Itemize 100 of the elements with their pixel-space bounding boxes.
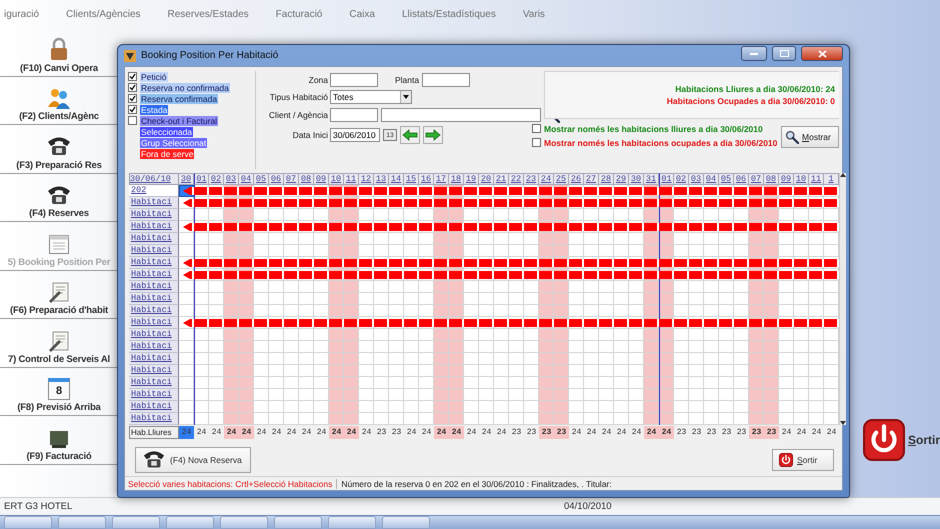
sidebar-item[interactable]: (F2) Clients/Agènc <box>19 111 99 122</box>
free-count-cell-text: 23 <box>676 427 688 439</box>
free-count-cell-text: 24 <box>360 427 372 439</box>
taskbar-button[interactable] <box>58 516 106 529</box>
room-link[interactable]: Habitaci <box>129 257 179 269</box>
free-count-cell: 24 <box>449 426 464 439</box>
minimize-button[interactable] <box>741 46 767 61</box>
room-link[interactable]: Habitaci <box>129 281 179 293</box>
room-link[interactable]: Habitaci <box>129 209 179 221</box>
show-button[interactable]: Mostrar <box>781 126 839 148</box>
free-count-cell-text: 24 <box>496 427 508 439</box>
sidebar-item[interactable]: (F3) Preparació Res <box>16 160 102 170</box>
sidebar-item[interactable]: (F8) Previsió Arriba <box>17 402 101 413</box>
checkbox[interactable] <box>128 83 137 92</box>
dropdown[interactable]: Totes <box>330 90 412 104</box>
room-link[interactable]: Habitaci <box>129 245 179 257</box>
checkbox-label: Mostrar només les habitacions lliures a dia 30/06/2010 <box>544 124 763 134</box>
day-header: 05 <box>719 173 734 185</box>
exit-button[interactable]: Sortir <box>862 419 940 461</box>
taskbar-button[interactable] <box>328 516 376 529</box>
free-count-cell-text: 24 <box>630 427 642 439</box>
free-count-cell-text: 23 <box>376 427 388 439</box>
day-header: 03 <box>689 173 704 185</box>
checkbox[interactable] <box>128 94 137 103</box>
room-link[interactable]: Habitaci <box>129 353 179 365</box>
checkbox[interactable] <box>532 138 541 147</box>
room-link[interactable]: 202 <box>129 185 179 197</box>
sidebar-item[interactable]: (F10) Canvi Opera <box>20 62 98 74</box>
checkbox[interactable] <box>128 105 137 114</box>
free-count-cell-text: 23 <box>736 427 748 439</box>
next-button[interactable] <box>423 126 443 144</box>
room-link[interactable]: Habitaci <box>129 365 179 377</box>
menu-item[interactable]: Clients/Agències <box>66 8 154 20</box>
input-field[interactable] <box>381 108 541 122</box>
power-icon <box>779 452 793 466</box>
taskbar-button[interactable] <box>166 516 214 529</box>
day-header: 24 <box>539 173 554 185</box>
new-booking-button[interactable]: (F4) Nova Reserva <box>135 446 251 472</box>
input-field[interactable] <box>422 73 470 87</box>
maximize-button[interactable] <box>772 46 796 61</box>
day-header: 16 <box>419 173 434 185</box>
taskbar-button[interactable] <box>220 516 268 529</box>
close-button[interactable] <box>801 46 843 61</box>
room-link[interactable]: Habitaci <box>129 233 179 245</box>
taskbar-button[interactable] <box>382 516 430 529</box>
room-link[interactable]: Habitaci <box>129 413 179 425</box>
room-link[interactable]: Habitaci <box>129 401 179 413</box>
free-count-cell: 24 <box>659 426 674 439</box>
day-header: 02 <box>674 173 689 185</box>
day-header: 06 <box>269 173 284 185</box>
sidebar-item[interactable]: (F9) Facturació <box>26 450 92 462</box>
free-count-cell-text: 23 <box>526 427 538 439</box>
input-field[interactable] <box>330 73 378 87</box>
checkbox[interactable] <box>128 116 137 125</box>
taskbar-button[interactable] <box>112 516 160 529</box>
day-header: 04 <box>704 173 719 185</box>
scroll-down-icon[interactable] <box>840 421 846 425</box>
room-link[interactable]: Habitaci <box>129 341 179 353</box>
day-header: 09 <box>314 173 329 185</box>
room-link[interactable]: Habitaci <box>129 269 179 281</box>
day-header: 09 <box>779 173 794 185</box>
free-count-cell-text: 23 <box>706 427 718 439</box>
exit-button[interactable]: Sortir <box>772 448 834 470</box>
input-field[interactable] <box>330 108 378 122</box>
date-field[interactable]: 30/06/2010 <box>330 128 380 142</box>
taskbar-button[interactable] <box>274 516 322 529</box>
room-link[interactable]: Habitaci <box>129 221 179 233</box>
sidebar-item[interactable]: 7) Control de Serveis Al <box>8 354 110 364</box>
menu-item[interactable]: Facturació <box>276 8 336 20</box>
caret-icon <box>403 95 409 99</box>
room-link[interactable]: Habitaci <box>129 197 179 209</box>
previous-button[interactable] <box>400 126 420 144</box>
telephone-icon <box>46 184 72 206</box>
taskbar-button[interactable] <box>4 516 52 529</box>
room-link[interactable]: Habitaci <box>129 317 179 329</box>
menu-item[interactable]: iguració <box>4 8 52 20</box>
free-count-cell-text: 24 <box>810 427 822 439</box>
room-link[interactable]: Habitaci <box>129 293 179 305</box>
checkbox[interactable] <box>532 124 541 133</box>
room-link[interactable]: Habitaci <box>129 305 179 317</box>
day-header: 14 <box>389 173 404 185</box>
room-link[interactable]: Habitaci <box>129 389 179 401</box>
day-header: 08 <box>299 173 314 185</box>
day-header: 03 <box>224 173 239 185</box>
menu-item[interactable]: Llistats/Estadístiques <box>402 8 509 20</box>
sidebar-item[interactable]: (F4) Reserves <box>29 208 89 219</box>
telephone-icon <box>142 449 166 470</box>
menu-item[interactable]: Varis <box>522 8 558 20</box>
scroll-up-icon[interactable] <box>840 173 846 177</box>
room-link[interactable]: Habitaci <box>129 377 179 389</box>
legend-label: Reserva confirmada <box>140 94 218 104</box>
sidebar-item[interactable]: (F6) Preparació d'habit <box>10 305 108 316</box>
room-link[interactable]: Habitaci <box>129 329 179 341</box>
row-label: Hab.Lliures <box>129 426 179 439</box>
checkbox[interactable] <box>128 72 137 81</box>
status-hint: Selecció varies habitacions: Crtl+Selecció Habitacions <box>128 478 338 488</box>
menu-item[interactable]: Reserves/Estades <box>168 8 262 20</box>
power-icon <box>862 419 905 461</box>
menu-item[interactable]: Caixa <box>349 8 388 20</box>
legend-label: Reserva no confirmada <box>140 82 230 92</box>
